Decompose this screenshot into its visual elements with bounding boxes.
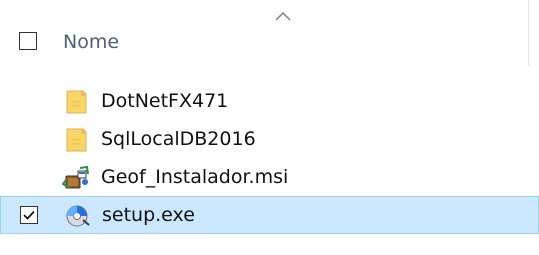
checkmark-icon [23,210,35,220]
name-column-header[interactable]: Nome [63,30,119,54]
file-name: SqlLocalDB2016 [101,128,256,150]
select-all-checkbox[interactable] [19,32,37,50]
sort-ascending-chevron-icon[interactable] [273,10,293,22]
folder-icon [66,90,87,114]
file-list: DotNetFX471 SqlLocalDB2016 Geof_Instalad… [0,82,539,234]
file-explorer-details-view: Nome DotNetFX471 SqlLocalDB2016 Geof_Ins… [0,0,539,255]
file-name: Geof_Instalador.msi [101,166,289,188]
file-name: setup.exe [102,204,195,226]
column-divider[interactable] [528,0,529,66]
file-selection-checkbox[interactable] [20,206,38,224]
file-row-sqllocaldb2016[interactable]: SqlLocalDB2016 [0,120,539,158]
file-row-dotnetfx471[interactable]: DotNetFX471 [0,82,539,120]
folder-icon [66,128,87,152]
file-row-geof-instalador-msi[interactable]: Geof_Instalador.msi [0,158,539,196]
file-row-setup-exe[interactable]: setup.exe [0,196,539,234]
setup-exe-icon [66,205,90,227]
file-name: DotNetFX471 [101,90,229,112]
column-header-row: Nome [0,0,539,66]
msi-installer-icon [62,165,89,189]
